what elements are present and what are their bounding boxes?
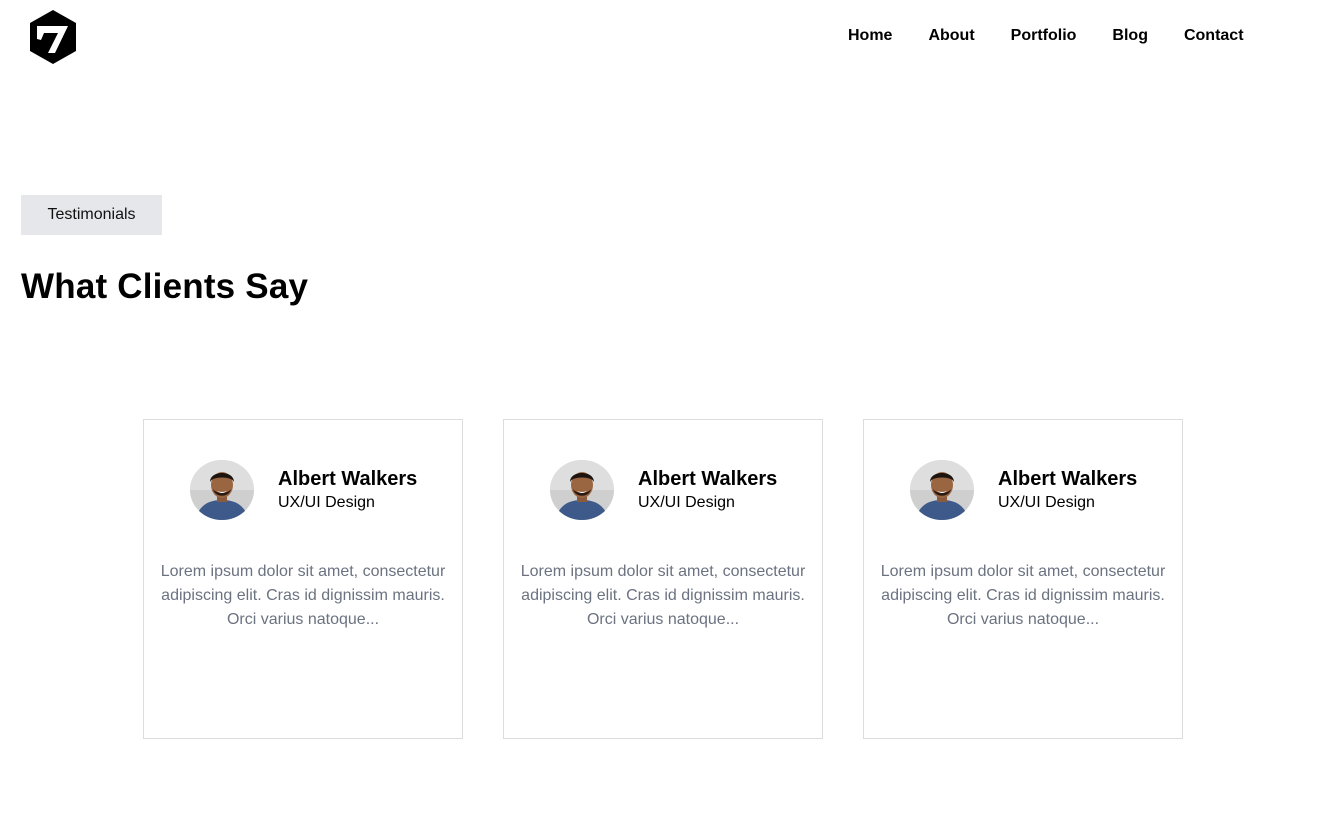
testimonial-list: Albert Walkers UX/UI Design Lorem ipsum …: [143, 419, 1183, 739]
author-name: Albert Walkers: [638, 468, 778, 490]
section-tag: Testimonials: [21, 195, 162, 235]
testimonial-text: Lorem ipsum dolor sit amet, consectetur …: [160, 563, 446, 628]
testimonial-author: Albert Walkers UX/UI Design: [550, 460, 777, 520]
avatar-photo-icon: [190, 460, 254, 520]
author-role: UX/UI Design: [998, 494, 1095, 511]
page: Home About Portfolio Blog Contact Testim…: [0, 0, 1339, 817]
testimonial-card: Albert Walkers UX/UI Design Lorem ipsum …: [503, 419, 823, 739]
nav-home[interactable]: Home: [848, 26, 892, 46]
main-nav: Home About Portfolio Blog Contact: [848, 26, 1244, 46]
avatar: [190, 460, 254, 520]
author-info: Albert Walkers UX/UI Design: [998, 467, 1137, 513]
nav-portfolio[interactable]: Portfolio: [1011, 26, 1077, 46]
logo-icon[interactable]: [28, 9, 78, 65]
author-role: UX/UI Design: [638, 494, 735, 511]
avatar: [550, 460, 614, 520]
section-title: What Clients Say: [21, 267, 309, 306]
testimonial-card: Albert Walkers UX/UI Design Lorem ipsum …: [143, 419, 463, 739]
testimonial-author: Albert Walkers UX/UI Design: [190, 460, 417, 520]
author-info: Albert Walkers UX/UI Design: [278, 467, 417, 513]
testimonial-author: Albert Walkers UX/UI Design: [910, 460, 1137, 520]
testimonial-text: Lorem ipsum dolor sit amet, consectetur …: [520, 563, 806, 628]
author-role: UX/UI Design: [278, 494, 375, 511]
nav-blog[interactable]: Blog: [1112, 26, 1148, 46]
testimonial-text: Lorem ipsum dolor sit amet, consectetur …: [880, 563, 1166, 628]
author-name: Albert Walkers: [278, 468, 418, 490]
nav-about[interactable]: About: [928, 26, 974, 46]
avatar-photo-icon: [910, 460, 974, 520]
author-name: Albert Walkers: [998, 468, 1138, 490]
avatar-photo-icon: [550, 460, 614, 520]
author-info: Albert Walkers UX/UI Design: [638, 467, 777, 513]
avatar: [910, 460, 974, 520]
nav-contact[interactable]: Contact: [1184, 26, 1244, 46]
testimonial-card: Albert Walkers UX/UI Design Lorem ipsum …: [863, 419, 1183, 739]
